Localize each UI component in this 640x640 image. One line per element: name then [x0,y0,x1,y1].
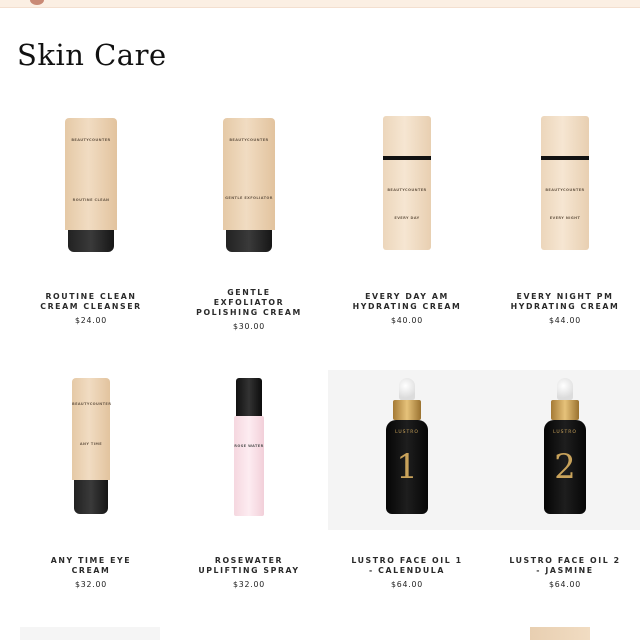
product-card-every-night-pm[interactable]: BEAUTYCOUNTER EVERY NIGHT EVERY NIGHT PM… [486,108,640,325]
dropper-bulb-icon [399,378,415,400]
product-card-any-time-eye[interactable]: BEAUTYCOUNTER ANY TIME ANY TIME EYE CREA… [12,370,170,589]
product-card-gentle-exfoliator[interactable]: BEAUTYCOUNTER GENTLE EXFOLIATOR GENTLE E… [170,108,328,331]
product-price: $44.00 [548,316,582,325]
tube-icon: BEAUTYCOUNTER ROUTINE CLEAN [65,118,117,230]
spray-cap-icon [236,378,262,416]
bottle-icon: BEAUTYCOUNTER EVERY NIGHT [541,116,589,250]
product-card-lustro-oil-2[interactable]: LUSTRO 2 LUSTRO FACE OIL 2 - JASMINE $64… [486,370,640,589]
bottle-icon: BEAUTYCOUNTER EVERY DAY [383,116,431,250]
spray-bottle-icon: ROSE WATER [234,416,264,516]
product-card-lustro-oil-1[interactable]: LUSTRO 1 LUSTRO FACE OIL 1 - CALENDULA $… [328,370,486,589]
product-name[interactable]: EVERY DAY AM HYDRATING CREAM [328,292,486,312]
product-card-routine-clean[interactable]: BEAUTYCOUNTER ROUTINE CLEAN ROUTINE CLEA… [12,108,170,325]
product-image[interactable]: BEAUTYCOUNTER ANY TIME [12,370,170,530]
product-name[interactable]: EVERY NIGHT PM HYDRATING CREAM [486,292,640,312]
product-price: $64.00 [548,580,582,589]
cap-icon [226,230,272,252]
tube-icon: BEAUTYCOUNTER GENTLE EXFOLIATOR [223,118,275,230]
cap-icon [74,480,108,514]
product-image[interactable]: BEAUTYCOUNTER ROUTINE CLEAN [12,108,170,268]
product-price: $30.00 [232,322,266,331]
product-image[interactable]: LUSTRO 1 [328,370,486,530]
dropper-collar-icon [393,400,421,420]
product-name[interactable]: ANY TIME EYE CREAM [12,556,170,576]
product-name[interactable]: LUSTRO FACE OIL 1 - CALENDULA [328,556,486,576]
dropper-bottle-icon: LUSTRO 1 [386,420,428,514]
product-price: $64.00 [390,580,424,589]
product-image-partial[interactable] [20,627,160,640]
product-image[interactable]: BEAUTYCOUNTER EVERY DAY [328,108,486,268]
product-image[interactable]: BEAUTYCOUNTER GENTLE EXFOLIATOR [170,108,328,268]
product-image[interactable]: BEAUTYCOUNTER EVERY NIGHT [486,108,640,268]
tube-icon: BEAUTYCOUNTER ANY TIME [72,378,111,480]
product-card-every-day-am[interactable]: BEAUTYCOUNTER EVERY DAY EVERY DAY AM HYD… [328,108,486,325]
product-grid: BEAUTYCOUNTER ROUTINE CLEAN ROUTINE CLEA… [0,0,640,640]
product-price: $32.00 [232,580,266,589]
dropper-bottle-icon: LUSTRO 2 [544,420,586,514]
cap-icon [68,230,114,252]
product-name[interactable]: ROUTINE CLEAN CREAM CLEANSER [12,292,170,312]
product-name[interactable]: LUSTRO FACE OIL 2 - JASMINE [486,556,640,576]
product-price: $32.00 [74,580,108,589]
product-price: $24.00 [74,316,108,325]
product-image-partial[interactable] [530,627,590,640]
product-image[interactable]: LUSTRO 2 [486,370,640,530]
product-card-rosewater[interactable]: ROSE WATER ROSEWATER UPLIFTING SPRAY $32… [170,370,328,589]
product-price: $40.00 [390,316,424,325]
product-name[interactable]: ROSEWATER UPLIFTING SPRAY [170,556,328,576]
dropper-collar-icon [551,400,579,420]
product-name[interactable]: GENTLE EXFOLIATOR POLISHING CREAM [170,288,328,318]
product-image[interactable]: ROSE WATER [170,370,328,530]
dropper-bulb-icon [557,378,573,400]
